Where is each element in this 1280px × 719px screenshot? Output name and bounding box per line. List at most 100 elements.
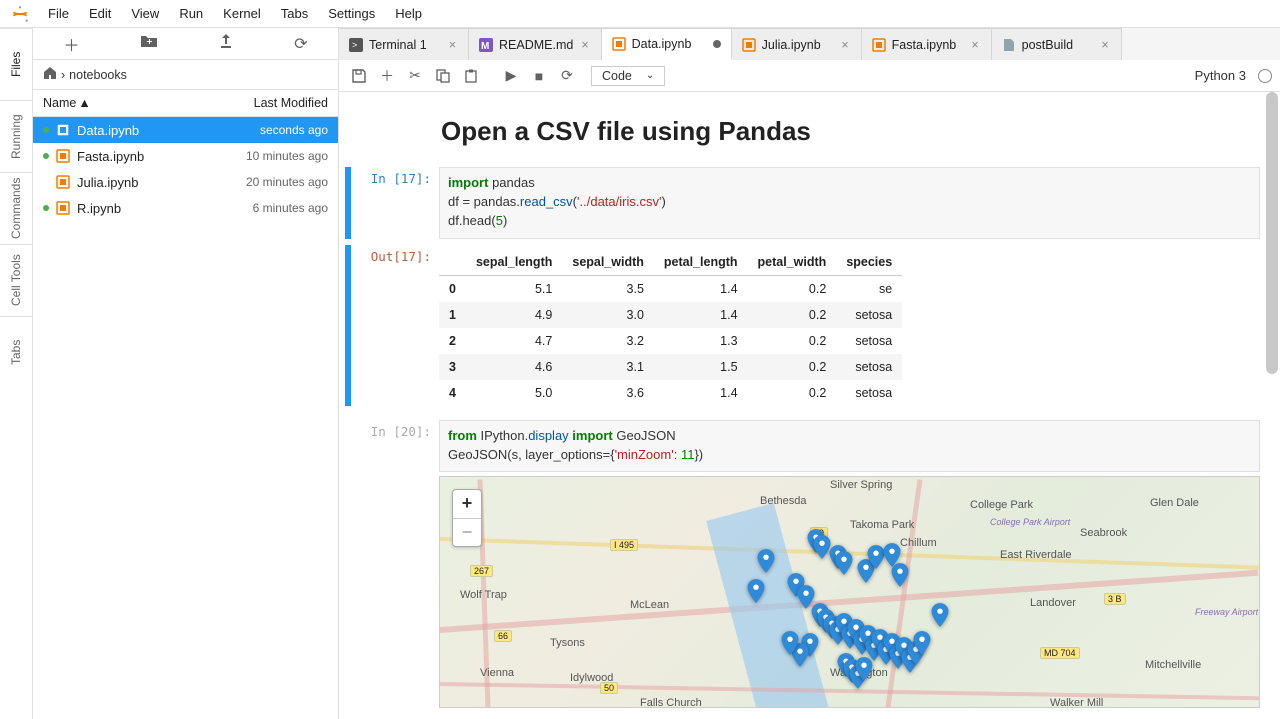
map-pin-icon[interactable] xyxy=(856,657,873,681)
input-prompt: In [17]: xyxy=(353,167,439,239)
col-modified[interactable]: Last Modified xyxy=(254,96,328,110)
restart-icon[interactable]: ⟳ xyxy=(555,64,579,88)
close-icon[interactable]: × xyxy=(839,38,850,52)
map-place-label: Chillum xyxy=(900,537,937,549)
breadcrumb[interactable]: › notebooks xyxy=(33,60,338,89)
code-cell[interactable]: In [17]: import pandas df = pandas.read_… xyxy=(345,167,1260,239)
add-cell-icon[interactable]: ＋ xyxy=(375,64,399,88)
kernel-name[interactable]: Python 3 xyxy=(1195,68,1246,83)
tab[interactable]: Data.ipynb xyxy=(602,28,732,60)
file-list-header: Name ▲ Last Modified xyxy=(33,89,338,117)
map-place-label: Tysons xyxy=(550,637,585,649)
close-icon[interactable]: × xyxy=(1099,38,1110,52)
kernel-status-icon[interactable] xyxy=(1258,69,1272,83)
map-highway-shield: 267 xyxy=(470,565,493,577)
map-place-label: Freeway Airport xyxy=(1195,607,1258,617)
menu-settings[interactable]: Settings xyxy=(318,2,385,25)
chevron-down-icon: ⌄ xyxy=(646,70,654,81)
notebook-body[interactable]: Open a CSV file using Pandas In [17]: im… xyxy=(339,92,1280,719)
tab-label: Julia.ipynb xyxy=(762,38,834,52)
tab-label: postBuild xyxy=(1022,38,1094,52)
geojson-map-output[interactable]: + − BethesdaSilver SpringCollege ParkTak… xyxy=(439,476,1260,708)
left-rail: FilesRunningCommandsCell ToolsTabs xyxy=(0,28,33,719)
file-modified: seconds ago xyxy=(260,123,328,137)
map-highway-shield: 3 B xyxy=(1104,593,1126,605)
map-zoom-control: + − xyxy=(452,489,482,547)
close-icon[interactable]: × xyxy=(579,38,590,52)
new-launcher-icon[interactable]: ＋ xyxy=(63,32,79,56)
file-row[interactable]: Data.ipynb seconds ago xyxy=(33,117,338,143)
upload-icon[interactable] xyxy=(219,33,233,54)
map-place-label: Glen Dale xyxy=(1150,497,1199,509)
menu-run[interactable]: Run xyxy=(169,2,213,25)
zoom-in-button[interactable]: + xyxy=(453,490,481,518)
notebook-toolbar: ＋ ✂ ▶ ■ ⟳ Code ⌄ Python 3 xyxy=(339,60,1280,92)
run-icon[interactable]: ▶ xyxy=(499,64,523,88)
map-highway-shield: 66 xyxy=(494,630,512,642)
copy-icon[interactable] xyxy=(431,64,455,88)
running-dot-icon xyxy=(43,127,49,133)
menu-help[interactable]: Help xyxy=(385,2,432,25)
map-pin-icon[interactable] xyxy=(758,549,775,573)
table-row: 45.03.61.40.2setosa xyxy=(439,380,902,406)
home-icon[interactable] xyxy=(43,66,57,83)
code-editor[interactable]: from IPython.display import GeoJSON GeoJ… xyxy=(439,420,1260,472)
rail-tab-commands[interactable]: Commands xyxy=(0,172,32,244)
code-cell[interactable]: In [20]: from IPython.display import Geo… xyxy=(345,420,1260,708)
file-modified: 6 minutes ago xyxy=(253,201,328,215)
running-dot-icon xyxy=(43,179,49,185)
tab-label: Fasta.ipynb xyxy=(892,38,964,52)
map-pin-icon[interactable] xyxy=(782,631,799,655)
rail-tab-tabs[interactable]: Tabs xyxy=(0,316,32,388)
tab[interactable]: postBuild × xyxy=(992,28,1122,60)
table-row: 14.93.01.40.2setosa xyxy=(439,302,902,328)
rail-tab-running[interactable]: Running xyxy=(0,100,32,172)
menu-kernel[interactable]: Kernel xyxy=(213,2,271,25)
cell-type-select[interactable]: Code ⌄ xyxy=(591,66,665,86)
close-icon[interactable]: × xyxy=(447,38,458,52)
map-place-label: College Park Airport xyxy=(990,517,1070,527)
map-pin-icon[interactable] xyxy=(892,563,909,587)
menubar: FileEditViewRunKernelTabsSettingsHelp xyxy=(0,0,1280,28)
map-pin-icon[interactable] xyxy=(914,631,931,655)
map-place-label: Wolf Trap xyxy=(460,589,507,601)
tab[interactable]: M README.md × xyxy=(469,28,602,60)
stop-icon[interactable]: ■ xyxy=(527,64,551,88)
file-row[interactable]: Julia.ipynb 20 minutes ago xyxy=(33,169,338,195)
paste-icon[interactable] xyxy=(459,64,483,88)
close-icon[interactable]: × xyxy=(969,38,980,52)
map-pin-icon[interactable] xyxy=(814,535,831,559)
new-folder-icon[interactable] xyxy=(140,34,158,53)
breadcrumb-folder[interactable]: notebooks xyxy=(69,68,127,82)
tab-label: README.md xyxy=(499,38,573,52)
file-row[interactable]: Fasta.ipynb 10 minutes ago xyxy=(33,143,338,169)
notebook-icon xyxy=(55,200,71,216)
file-row[interactable]: R.ipynb 6 minutes ago xyxy=(33,195,338,221)
notebook-icon xyxy=(55,122,71,138)
scrollbar-thumb[interactable] xyxy=(1266,92,1278,374)
code-editor[interactable]: import pandas df = pandas.read_csv('../d… xyxy=(439,167,1260,239)
col-name[interactable]: Name xyxy=(43,96,76,110)
input-prompt: In [20]: xyxy=(353,420,439,708)
menu-tabs[interactable]: Tabs xyxy=(271,2,318,25)
map-pin-icon[interactable] xyxy=(836,551,853,575)
save-icon[interactable] xyxy=(347,64,371,88)
notebook-icon xyxy=(55,148,71,164)
tab[interactable]: > Terminal 1 × xyxy=(339,28,469,60)
menu-edit[interactable]: Edit xyxy=(79,2,121,25)
output-cell: Out[17]: sepal_lengthsepal_widthpetal_le… xyxy=(345,245,1260,406)
tab[interactable]: Julia.ipynb × xyxy=(732,28,862,60)
cut-icon[interactable]: ✂ xyxy=(403,64,427,88)
rail-tab-cell-tools[interactable]: Cell Tools xyxy=(0,244,32,316)
file-name: Data.ipynb xyxy=(77,123,254,138)
map-pin-icon[interactable] xyxy=(868,545,885,569)
menu-view[interactable]: View xyxy=(121,2,169,25)
zoom-out-button[interactable]: − xyxy=(453,518,481,546)
map-place-label: Seabrook xyxy=(1080,527,1127,539)
menu-file[interactable]: File xyxy=(38,2,79,25)
rail-tab-files[interactable]: Files xyxy=(0,28,32,100)
map-pin-icon[interactable] xyxy=(748,579,765,603)
map-pin-icon[interactable] xyxy=(932,603,949,627)
tab[interactable]: Fasta.ipynb × xyxy=(862,28,992,60)
refresh-icon[interactable]: ⟳ xyxy=(294,34,307,54)
